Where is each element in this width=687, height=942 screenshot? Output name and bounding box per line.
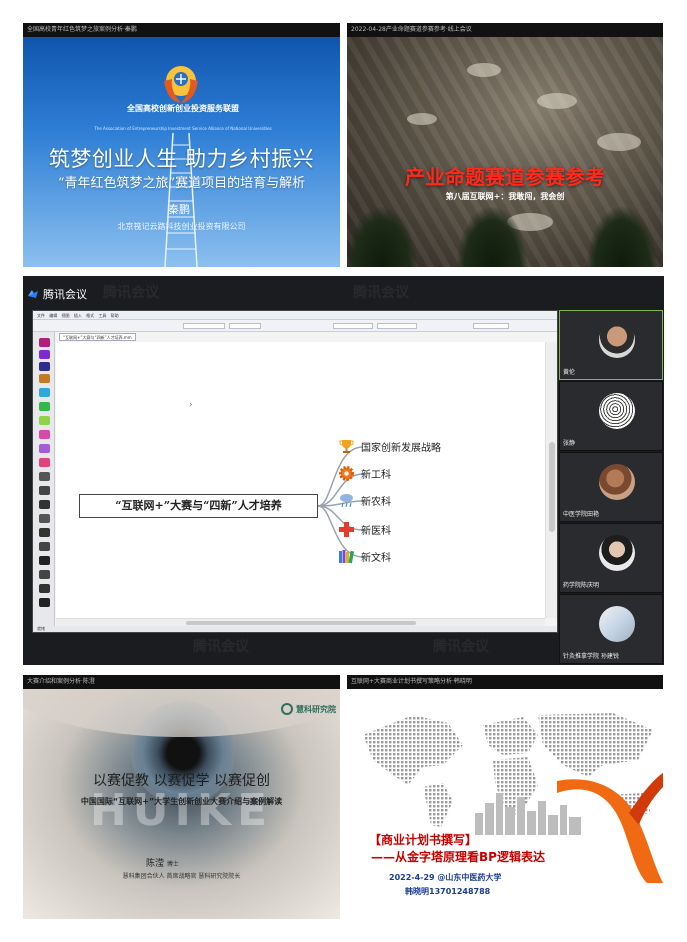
participant-name: 中医学院田艳: [563, 511, 600, 518]
org-name-en: The Association of Entrepreneurship Inve…: [94, 126, 272, 131]
slide-subtitle: 第八届互联网+：我敢闯，我会创: [445, 192, 565, 201]
participant-name: 针灸推拿学院 孙建锐: [563, 653, 619, 660]
palm-shadow: [347, 207, 417, 267]
company-name: 北京筏记云路科技创业投资有限公司: [117, 222, 246, 231]
meeting-watermark: 腾讯会议: [193, 639, 249, 655]
window-titlebar: 大赛介绍和案例分析·陈澄: [23, 675, 340, 689]
branch-label: 新文科: [361, 553, 391, 564]
umbrella-shape: [467, 63, 501, 77]
participant-avatar: [599, 393, 635, 429]
slide-thumb-red-dream: 全国高校青年红色筑梦之旅案例分析·秦鹏 全国高校创新创业投资服务联盟 The A…: [23, 23, 340, 267]
app-brand: 腾讯会议: [27, 286, 87, 302]
mindmap-central-topic[interactable]: “互联网+”大赛与“四新”人才培养: [79, 494, 318, 518]
participant-tile[interactable]: 黄伦: [559, 310, 663, 380]
vertical-scrollbar[interactable]: [545, 342, 557, 618]
palm-shadow: [457, 207, 527, 267]
mindmap-branch[interactable]: 新农科: [338, 492, 391, 509]
slide-subtitle: 中国国际“互联网+”大学生创新创业大赛介绍与案例解读: [80, 797, 283, 806]
svg-text:›: ›: [189, 400, 193, 410]
window-titlebar: 2022-04-28产业命题赛道参赛参考·线上会议: [347, 23, 663, 37]
orange-swoosh: [557, 773, 663, 883]
window-titlebar: 互联网+大赛商业计划书撰写策略分析·韩晓明: [347, 675, 663, 689]
umbrella-shape: [537, 93, 577, 109]
cloud-rain-icon: [340, 494, 353, 508]
event-date: 2022-4-29 @山东中医药大学: [389, 873, 502, 882]
participant-name: 药学院陈庆明: [563, 582, 600, 589]
branch-label: 国家创新发展战略: [361, 443, 441, 454]
editor-statusbar: 就绪: [33, 626, 557, 632]
speaker-role: 慧科集团合伙人 首席战略官 慧科研究院院长: [122, 873, 241, 880]
slide-thumb-huike: HUIKE 大赛介绍和案例分析·陈澄 慧科研究院 以赛促教 以赛促学 以赛促创 …: [23, 675, 340, 919]
participant-tile[interactable]: 药学院陈庆明: [559, 523, 663, 593]
branch-label: 新工科: [361, 470, 391, 481]
slide-subtitle: ——从金字塔原理看BP逻辑表达: [371, 850, 545, 864]
participant-name: 张静: [563, 440, 576, 447]
huike-logo-icon: [281, 703, 293, 715]
meeting-watermark: 腾讯会议: [353, 285, 409, 301]
participant-avatar: [599, 606, 635, 642]
window-titlebar: 全国高校青年红色筑梦之旅案例分析·秦鹏: [23, 23, 340, 37]
slide-title: 以赛促教 以赛促学 以赛促创: [93, 773, 270, 789]
slide-title: 【商业计划书撰写】: [369, 833, 478, 847]
scroll-thumb[interactable]: [549, 442, 555, 532]
tencent-meeting-icon: [28, 290, 38, 298]
participant-tile[interactable]: 张静: [559, 381, 663, 451]
slide-thumb-industry-track: 2022-04-28产业命题赛道参赛参考·线上会议 产业命题赛道参赛参考 第八届…: [347, 23, 663, 267]
brand-watermark: HUIKE: [89, 785, 274, 836]
branch-label: 新农科: [361, 497, 391, 508]
speaker-name: 陈滢: [146, 859, 165, 869]
huike-logo: 慧科研究院: [281, 703, 336, 715]
participant-video-list: 黄伦 张静 中医学院田艳 药学院陈庆明 针灸推拿学院 孙建锐: [559, 310, 663, 665]
participant-video: [599, 322, 635, 358]
speaker-name: 秦鹏: [168, 203, 190, 216]
participant-name: 黄伦: [563, 369, 576, 376]
horizontal-scrollbar[interactable]: [56, 618, 545, 626]
slide-subtitle: “青年红色筑梦之旅”赛道项目的培育与解析: [57, 176, 306, 191]
speaker-title: 博士: [166, 861, 179, 868]
speaker: 陈滢 博士: [146, 856, 179, 869]
participant-avatar: [599, 464, 635, 500]
umbrella-shape: [407, 113, 437, 125]
mindmap-branch[interactable]: 新医科: [338, 521, 391, 538]
palm-shadow: [587, 207, 657, 267]
logo-text: 慧科研究院: [296, 704, 336, 714]
app-name: 腾讯会议: [43, 288, 87, 301]
meeting-watermark: 腾讯会议: [103, 285, 159, 301]
slide-title: 筑梦创业人生 助力乡村振兴: [48, 147, 315, 171]
scroll-thumb[interactable]: [186, 621, 416, 625]
medical-cross-icon: [339, 522, 354, 537]
branch-label: 新医科: [361, 526, 391, 537]
slide-thumb-business-plan: 互联网+大赛商业计划书撰写策略分析·韩晓明 【商业计划书撰写】 ——从金字塔原理…: [347, 675, 663, 919]
participant-tile[interactable]: 中医学院田艳: [559, 452, 663, 522]
mindmap-branch[interactable]: 新工科: [338, 465, 391, 482]
speaker-contact: 韩晓明13701248788: [405, 887, 491, 896]
tencent-meeting-window: 腾讯会议 腾讯会议 腾讯会议 腾讯会议 腾讯会议 文件 编辑 视图 插入 格式 …: [23, 276, 664, 665]
trophy-icon: [339, 440, 354, 453]
mindmap-connectors: ›: [189, 400, 364, 558]
org-name: 全国高校创新创业投资服务联盟: [127, 103, 239, 113]
mindmap-branch[interactable]: 新文科: [338, 548, 391, 565]
screen-share-area: 文件 编辑 视图 插入 格式 工具 帮助 “互联网+”大赛与“四新”人才培养.m…: [32, 310, 558, 633]
mindmap-branch[interactable]: 国家创新发展战略: [338, 438, 441, 455]
participant-avatar: [599, 535, 635, 571]
slide-title: 产业命题赛道参赛参考: [405, 165, 605, 189]
gear-icon: [339, 466, 354, 481]
umbrella-shape: [597, 133, 641, 151]
books-icon: [339, 550, 355, 564]
meeting-watermark: 腾讯会议: [433, 639, 489, 655]
participant-tile[interactable]: 针灸推拿学院 孙建锐: [559, 594, 663, 664]
